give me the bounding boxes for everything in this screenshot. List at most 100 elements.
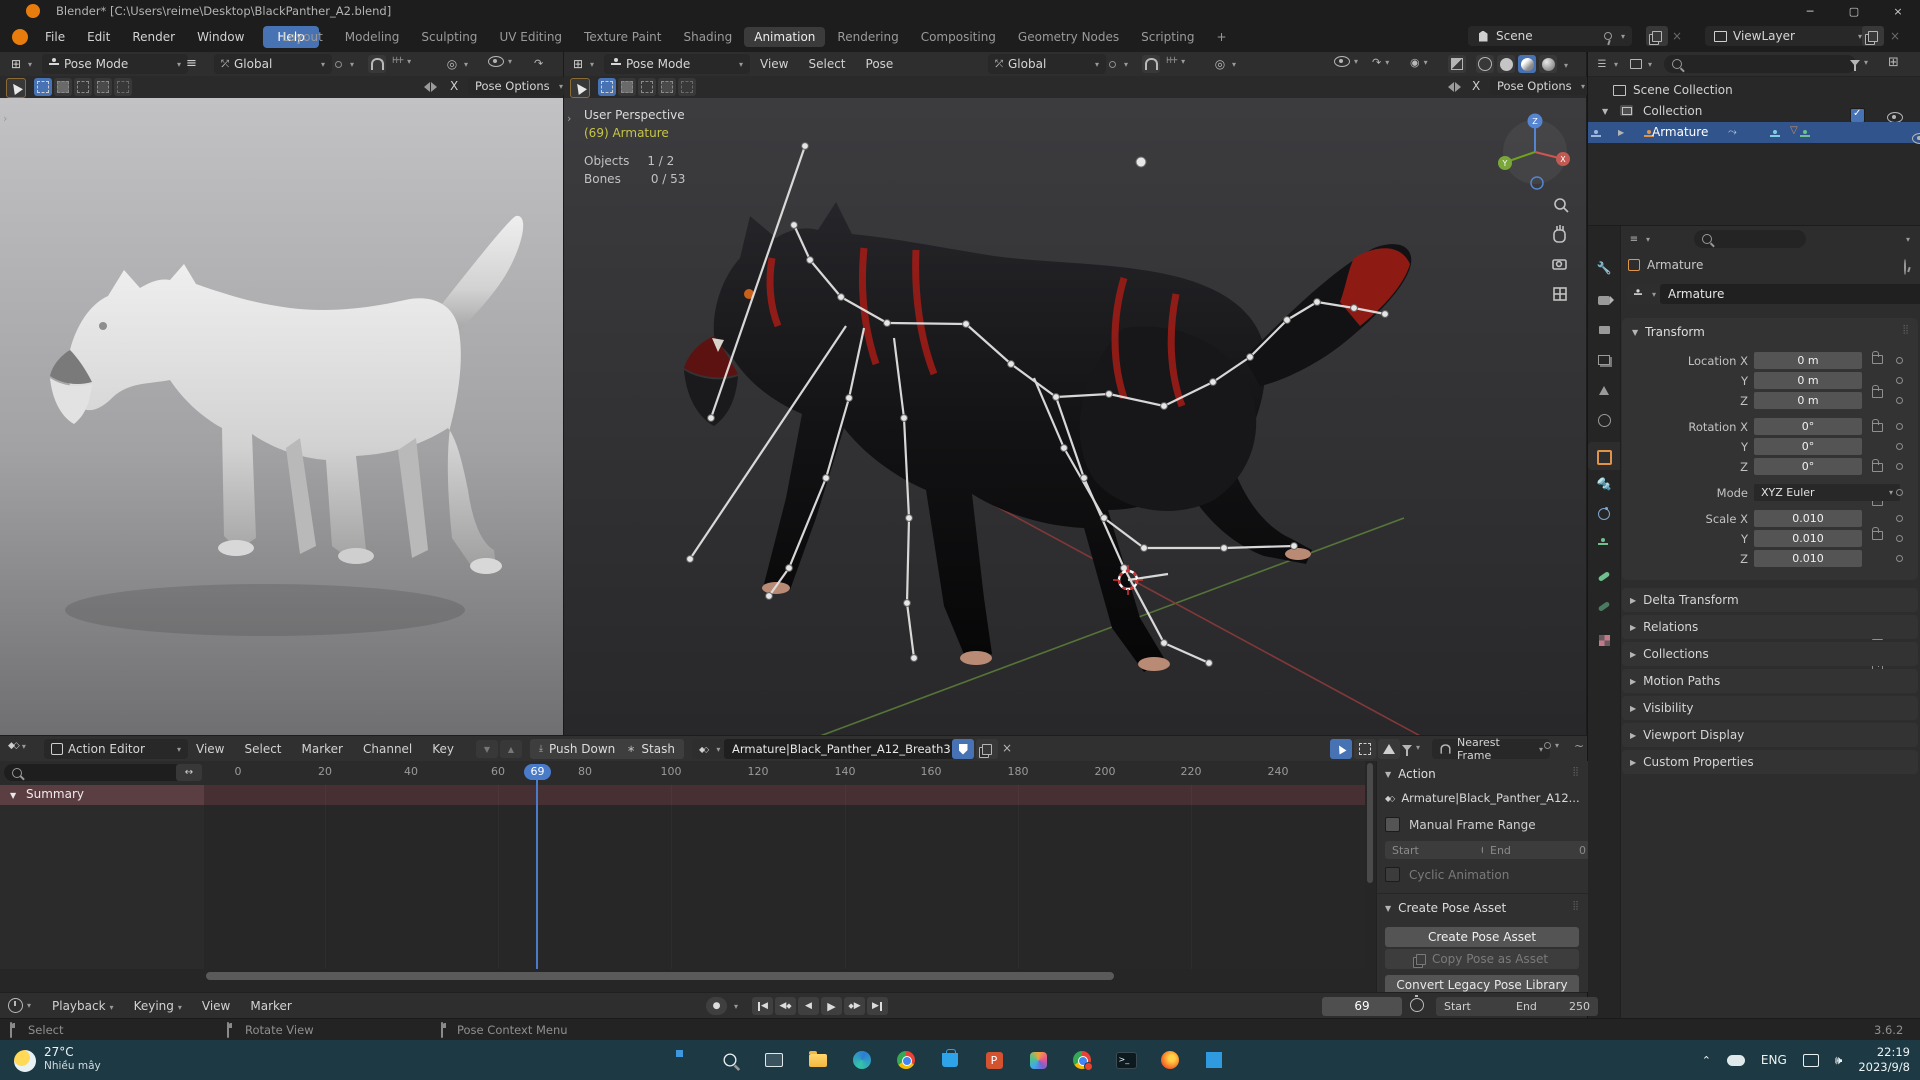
gizmos-icon[interactable]: ↷ xyxy=(534,57,543,70)
outliner-display-mode-dropdown[interactable] xyxy=(1628,56,1652,72)
shading-material-button[interactable] xyxy=(1518,55,1536,73)
location-y-field[interactable]: 0 m xyxy=(1754,372,1862,389)
expand-arrow-icon[interactable]: ▶ xyxy=(1618,128,1624,137)
editor-type-dropdown[interactable]: ⊞ xyxy=(570,56,594,72)
animate-dot[interactable] xyxy=(1896,535,1903,542)
tab-layout[interactable]: Layout xyxy=(272,27,333,47)
menu-file[interactable]: File xyxy=(34,30,76,44)
chrome-profile-icon[interactable] xyxy=(1066,1044,1098,1076)
jump-to-end-button[interactable]: ▶ xyxy=(867,997,888,1015)
editor-type-dropdown[interactable]: ⊞ xyxy=(8,56,32,72)
menu-keying[interactable]: Keying xyxy=(124,999,192,1013)
select-subtract-tool[interactable] xyxy=(74,78,92,96)
tab-armature-data[interactable] xyxy=(1598,538,1608,551)
outliner-row-armature[interactable]: ▶ Armature ⤳ ▽ xyxy=(1588,122,1920,144)
lock-icon[interactable] xyxy=(1872,351,1883,364)
rotation-mode-dropdown[interactable]: XYZ Euler xyxy=(1754,484,1900,501)
next-keyframe-button[interactable]: ◆ ▶ xyxy=(844,997,865,1015)
summary-channel-row[interactable]: ▼ Summary xyxy=(0,785,204,805)
stash-button[interactable]: ∗ Stash xyxy=(618,739,684,759)
convert-legacy-pose-library-button[interactable]: Convert Legacy Pose Library xyxy=(1385,975,1579,992)
blender-logo-icon[interactable] xyxy=(12,29,28,45)
menu-key[interactable]: Key xyxy=(422,742,464,756)
scene-copy-button[interactable] xyxy=(1646,26,1668,46)
volume-icon[interactable]: 🕪 xyxy=(1835,1053,1843,1068)
transform-orientation-dropdown[interactable]: ⤱ Global xyxy=(214,54,332,74)
search-icon[interactable] xyxy=(714,1044,746,1076)
tab-output[interactable] xyxy=(1596,322,1612,338)
play-button[interactable]: ▶ xyxy=(821,997,842,1015)
menu-pose[interactable]: Pose xyxy=(856,57,904,71)
dope-sheet-mode-dropdown[interactable]: Action Editor xyxy=(44,739,188,759)
panel-collapse-icon[interactable]: ▼ xyxy=(1632,328,1638,337)
minimize-button[interactable]: ─ xyxy=(1788,0,1832,22)
visibility-dropdown[interactable] xyxy=(1334,56,1358,67)
animate-dot[interactable] xyxy=(1896,515,1903,522)
fcurve-icon[interactable]: ~ xyxy=(1574,739,1584,753)
end-frame-field[interactable]: End 250 xyxy=(1508,997,1598,1016)
end-frame-field[interactable]: End 0 xyxy=(1483,841,1588,859)
location-z-field[interactable]: 0 m xyxy=(1754,392,1862,409)
panel-viewport-display[interactable]: ▶ Viewport Display xyxy=(1622,723,1918,747)
tab-constraints[interactable]: 🔩 xyxy=(1596,476,1612,492)
panel-grip[interactable]: ⣿ xyxy=(1902,325,1910,335)
view-layer-copy-button[interactable] xyxy=(1862,26,1884,46)
tab-bone[interactable] xyxy=(1596,568,1612,584)
snap-mode-dropdown[interactable]: Nearest Frame xyxy=(1432,736,1550,762)
collapsed-menus-button[interactable]: ≡ xyxy=(186,56,197,71)
language-indicator[interactable]: ENG xyxy=(1761,1053,1787,1067)
panel-collections[interactable]: ▶ Collections xyxy=(1622,642,1918,666)
lock-icon[interactable] xyxy=(1872,459,1883,472)
tab-uv-editing[interactable]: UV Editing xyxy=(489,27,572,47)
create-pose-asset-button[interactable]: Create Pose Asset xyxy=(1385,927,1579,947)
menu-playback[interactable]: Playback xyxy=(42,999,124,1013)
prev-keyframe-button[interactable]: ◀ ◆ xyxy=(775,997,796,1015)
terminal-icon[interactable]: >_ xyxy=(1110,1044,1142,1076)
panel-grip[interactable]: ⣿ xyxy=(1572,901,1580,911)
action-unlink-button[interactable]: × xyxy=(1002,741,1012,755)
location-x-field[interactable]: 0 m xyxy=(1754,352,1862,369)
snap-settings-dropdown[interactable]: ⊦⊦⊦ xyxy=(392,56,411,66)
mirror-x-toggle[interactable]: X xyxy=(1472,79,1480,93)
scene-unlink-button[interactable]: × xyxy=(1672,29,1682,43)
select-intersect-tool[interactable] xyxy=(114,78,132,96)
animate-dot[interactable] xyxy=(1896,377,1903,384)
select-box-tool[interactable] xyxy=(34,78,52,96)
gizmos-dropdown[interactable]: ↷ xyxy=(1372,56,1389,69)
lock-icon[interactable] xyxy=(1872,385,1883,398)
close-button[interactable]: × xyxy=(1876,0,1920,22)
toolbar-expand-arrow[interactable]: › xyxy=(3,112,7,125)
select-extend-tool[interactable] xyxy=(54,78,72,96)
panel-collapse-icon[interactable]: ▼ xyxy=(1385,770,1391,779)
transform-orientation-dropdown[interactable]: ⤱ Global xyxy=(988,54,1106,74)
tab-scene[interactable] xyxy=(1596,382,1612,398)
network-icon[interactable] xyxy=(1802,1053,1819,1067)
toolbar-expand-arrow[interactable]: › xyxy=(567,112,571,125)
snap-settings-dropdown[interactable]: ⊦⊦⊦ xyxy=(1166,56,1185,66)
move-up-button[interactable]: ▲ xyxy=(500,740,522,758)
powerpoint-icon[interactable]: P xyxy=(978,1044,1010,1076)
animate-dot[interactable] xyxy=(1896,555,1903,562)
onedrive-icon[interactable] xyxy=(1726,1054,1745,1066)
collection-checkbox[interactable] xyxy=(1850,108,1865,123)
add-workspace-button[interactable]: + xyxy=(1207,27,1237,47)
only-selected-filter-button[interactable] xyxy=(1330,739,1352,759)
animate-dot[interactable] xyxy=(1896,423,1903,430)
tab-modeling[interactable]: Modeling xyxy=(335,27,410,47)
view-layer-selector[interactable]: ViewLayer xyxy=(1705,26,1869,46)
shading-rendered-button[interactable] xyxy=(1539,55,1557,73)
lock-icon[interactable] xyxy=(1872,419,1883,432)
menu-edit[interactable]: Edit xyxy=(76,30,121,44)
outliner-search-input[interactable] xyxy=(1664,55,1856,73)
xray-toggle[interactable] xyxy=(1448,55,1466,73)
pose-asset-panel-title[interactable]: Create Pose Asset xyxy=(1398,901,1506,915)
menu-marker[interactable]: Marker xyxy=(240,999,301,1013)
rotation-y-field[interactable]: 0° xyxy=(1754,438,1862,455)
prev-frame-button[interactable]: ◀ xyxy=(798,997,819,1015)
current-frame-badge[interactable]: 69 xyxy=(524,764,551,780)
windows-start-icon[interactable] xyxy=(670,1044,702,1076)
animate-dot[interactable] xyxy=(1896,397,1903,404)
playhead-line[interactable] xyxy=(536,771,538,969)
tab-geometry-nodes[interactable]: Geometry Nodes xyxy=(1008,27,1129,47)
vertical-scrollbar[interactable] xyxy=(1366,763,1374,989)
